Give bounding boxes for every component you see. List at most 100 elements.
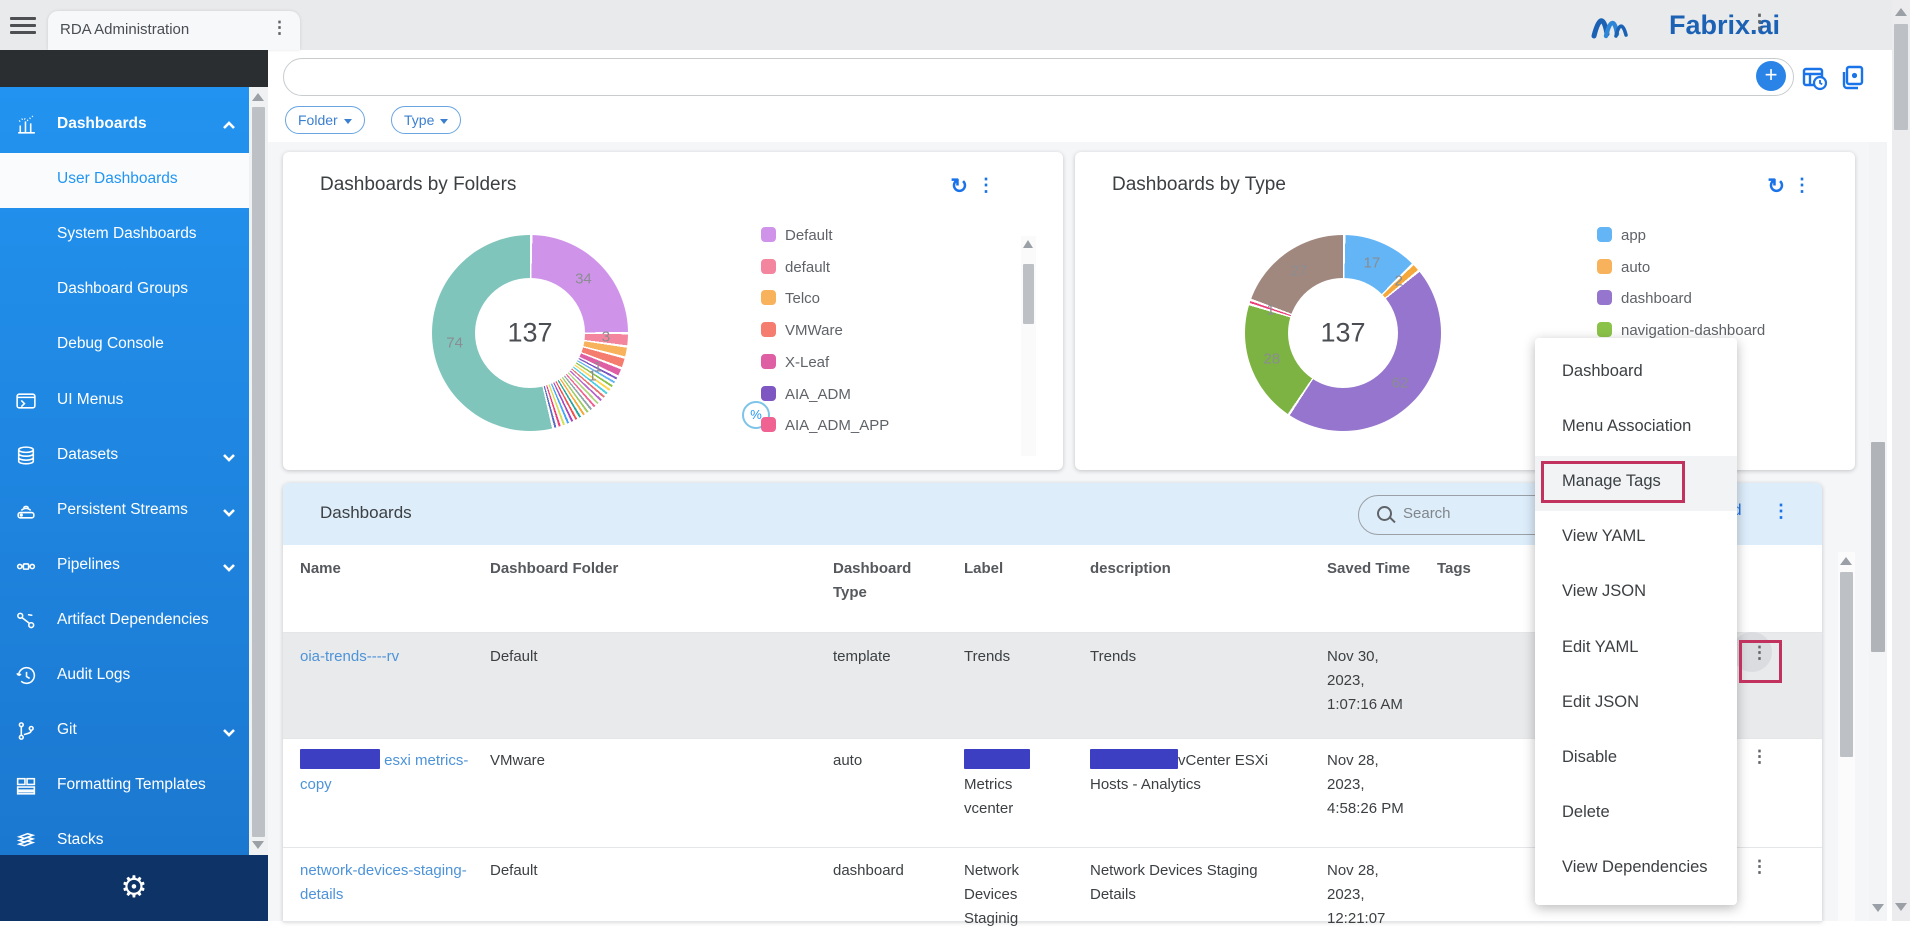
layers-icon bbox=[14, 829, 38, 853]
scroll-up-icon[interactable] bbox=[252, 93, 264, 101]
column-header-description[interactable]: description bbox=[1090, 557, 1305, 581]
legend-item-Default[interactable]: Default bbox=[761, 227, 833, 247]
menu-item-label: Menu Association bbox=[1562, 417, 1691, 436]
data-label: 1 bbox=[1266, 301, 1274, 318]
menu-item-edit-json[interactable]: Edit JSON bbox=[1535, 677, 1737, 732]
sidebar-item-label: Git bbox=[57, 721, 77, 739]
page-scroll-thumb[interactable] bbox=[1894, 24, 1908, 130]
sidebar-item-ui-menus[interactable]: UI Menus bbox=[0, 374, 249, 429]
legend-item-dashboard[interactable]: dashboard bbox=[1597, 290, 1692, 310]
report-schedule-icon[interactable] bbox=[1802, 66, 1828, 92]
card-title: Dashboards by Folders bbox=[320, 174, 516, 196]
legend-swatch bbox=[761, 417, 776, 432]
column-header-dashboard-folder[interactable]: Dashboard Folder bbox=[490, 557, 810, 581]
menu-item-view-json[interactable]: View JSON bbox=[1535, 566, 1737, 621]
legend-item-AIA_ADM_APP[interactable]: AIA_ADM_APP bbox=[761, 417, 889, 437]
legend-label: AIA_ADM_APP bbox=[785, 417, 889, 434]
menu-item-view-yaml[interactable]: View YAML bbox=[1535, 511, 1737, 566]
legend-swatch bbox=[1597, 227, 1612, 242]
legend-item-auto[interactable]: auto bbox=[1597, 259, 1650, 279]
sidebar-item-persistent-streams[interactable]: Persistent Streams bbox=[0, 484, 249, 539]
redacted-block bbox=[1090, 749, 1178, 769]
cell: VMware bbox=[490, 749, 810, 773]
redacted-block bbox=[964, 749, 1030, 769]
legend-label: app bbox=[1621, 227, 1646, 244]
pipeline-icon bbox=[14, 554, 38, 578]
legend-item-AIA_ADM[interactable]: AIA_ADM bbox=[761, 386, 851, 406]
sidebar-item-debug-console[interactable]: Debug Console bbox=[0, 318, 249, 373]
add-fab-button[interactable]: + bbox=[1756, 61, 1786, 91]
global-search-input[interactable] bbox=[283, 58, 1794, 96]
page-scrollbar[interactable] bbox=[1892, 0, 1910, 921]
dashboard-link[interactable]: oia-trends----rv bbox=[300, 648, 399, 665]
column-header-label[interactable]: Label bbox=[964, 557, 1054, 581]
menu-item-edit-yaml[interactable]: Edit YAML bbox=[1535, 622, 1737, 677]
content-scroll-thumb[interactable] bbox=[1871, 442, 1885, 652]
column-header-dashboard-type[interactable]: Dashboard Type bbox=[833, 557, 933, 605]
sidebar-item-stacks[interactable]: Stacks bbox=[0, 814, 249, 855]
sidebar-item-user-dashboards[interactable]: User Dashboards bbox=[0, 153, 249, 208]
legend-swatch bbox=[1597, 290, 1612, 305]
scroll-down-icon[interactable] bbox=[1872, 904, 1884, 912]
search-placeholder: Search bbox=[1403, 505, 1451, 522]
legend-item-app[interactable]: app bbox=[1597, 227, 1646, 247]
nodes-icon bbox=[14, 609, 38, 633]
data-label: 2 bbox=[1395, 273, 1403, 290]
sidebar-item-system-dashboards[interactable]: System Dashboards bbox=[0, 208, 249, 263]
menu-item-delete[interactable]: Delete bbox=[1535, 787, 1737, 842]
sidebar-scrollbar[interactable] bbox=[249, 87, 268, 855]
legend-item-X-Leaf[interactable]: X-Leaf bbox=[761, 354, 829, 374]
row-kebab-icon[interactable]: ⋮ bbox=[1751, 857, 1768, 877]
card-kebab-icon[interactable]: ⋮ bbox=[1793, 175, 1811, 196]
menu-item-disable[interactable]: Disable bbox=[1535, 732, 1737, 787]
cell: Trends bbox=[1090, 645, 1305, 669]
legend-item-VMWare[interactable]: VMWare bbox=[761, 322, 843, 342]
sidebar-item-datasets[interactable]: Datasets bbox=[0, 429, 249, 484]
hamburger-menu-icon[interactable] bbox=[8, 13, 38, 37]
legend-scroll-thumb[interactable] bbox=[1023, 264, 1034, 324]
filter-chip-type[interactable]: Type bbox=[391, 106, 461, 134]
sidebar-item-dashboard-groups[interactable]: Dashboard Groups bbox=[0, 263, 249, 318]
menu-item-view-dependencies[interactable]: View Dependencies bbox=[1535, 842, 1737, 897]
scroll-down-icon[interactable] bbox=[1895, 903, 1907, 911]
refresh-icon[interactable]: ↻ bbox=[1767, 174, 1785, 199]
filter-chip-folder[interactable]: Folder bbox=[285, 106, 365, 134]
sidebar-item-audit-logs[interactable]: Audit Logs bbox=[0, 649, 249, 704]
sidebar-item-pipelines[interactable]: Pipelines bbox=[0, 539, 249, 594]
sidebar-item-label: Formatting Templates bbox=[57, 776, 206, 794]
topbar-kebab-icon[interactable]: ⋮ bbox=[1750, 13, 1769, 32]
refresh-icon[interactable]: ↻ bbox=[950, 174, 968, 199]
table-scroll-thumb[interactable] bbox=[1840, 572, 1853, 757]
legend-swatch bbox=[1597, 322, 1612, 337]
cell: dashboard bbox=[833, 859, 933, 883]
menu-item-dashboard[interactable]: Dashboard bbox=[1535, 346, 1737, 401]
sidebar-item-formatting-templates[interactable]: Formatting Templates bbox=[0, 759, 249, 814]
sidebar-item-git[interactable]: Git bbox=[0, 704, 249, 759]
chevron-down-icon bbox=[344, 119, 352, 124]
content-scrollbar[interactable] bbox=[1869, 142, 1887, 921]
copy-pages-icon[interactable] bbox=[1840, 65, 1866, 91]
sidebar-scroll-thumb[interactable] bbox=[252, 107, 265, 837]
scroll-down-icon[interactable] bbox=[252, 841, 264, 849]
card-kebab-icon[interactable]: ⋮ bbox=[977, 175, 995, 196]
sidebar-item-dashboards[interactable]: Dashboards bbox=[0, 98, 249, 153]
dashboard-link[interactable]: network-devices-staging-details bbox=[300, 862, 467, 903]
table-kebab-icon[interactable]: ⋮ bbox=[1772, 501, 1790, 522]
tab-kebab-icon[interactable]: ⋮ bbox=[271, 19, 288, 36]
column-header-name[interactable]: Name bbox=[300, 557, 478, 581]
row-kebab-icon[interactable]: ⋮ bbox=[1751, 747, 1768, 767]
scroll-up-icon[interactable] bbox=[1895, 8, 1907, 16]
legend-item-default[interactable]: default bbox=[761, 259, 830, 279]
scroll-up-icon[interactable] bbox=[1840, 557, 1852, 565]
cell: Network Devices Staging Details bbox=[1090, 859, 1305, 907]
gear-icon[interactable]: ⚙ bbox=[121, 871, 148, 904]
legend-scrollbar[interactable] bbox=[1021, 236, 1036, 456]
legend-item-Telco[interactable]: Telco bbox=[761, 290, 820, 310]
data-label: 28 bbox=[1263, 351, 1280, 368]
column-header-saved-time[interactable]: Saved Time bbox=[1327, 557, 1412, 581]
table-scrollbar[interactable] bbox=[1838, 552, 1855, 921]
scroll-up-icon[interactable] bbox=[1023, 240, 1033, 248]
menu-item-menu-association[interactable]: Menu Association bbox=[1535, 401, 1737, 456]
sidebar-item-artifact-dependencies[interactable]: Artifact Dependencies bbox=[0, 594, 249, 649]
cell: network-devices-staging-details bbox=[300, 859, 478, 907]
